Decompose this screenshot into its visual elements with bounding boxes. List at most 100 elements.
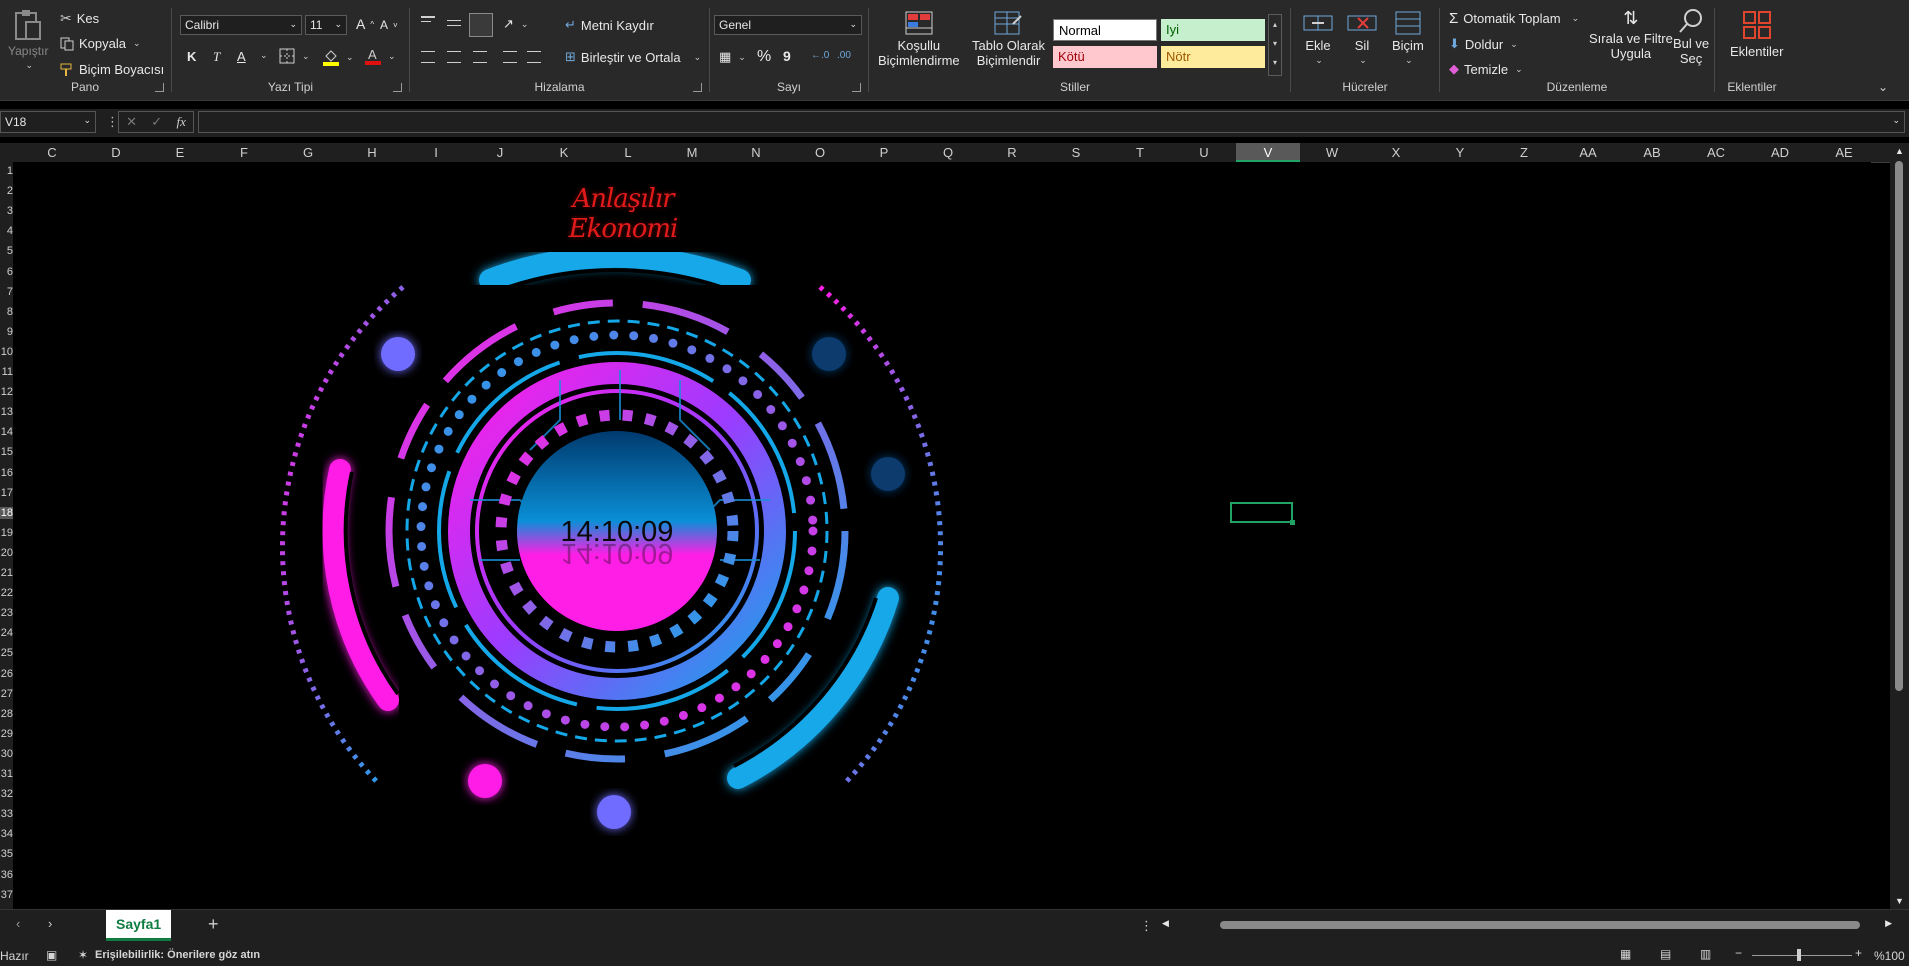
zoom-slider-thumb[interactable] bbox=[1797, 949, 1801, 961]
column-header-aa[interactable]: AA bbox=[1556, 145, 1620, 160]
name-box[interactable]: V18 ⌄ bbox=[0, 111, 96, 133]
row-header-19[interactable]: 19 bbox=[0, 527, 13, 539]
zoom-in-icon[interactable]: + bbox=[1855, 946, 1862, 960]
row-header-30[interactable]: 30 bbox=[0, 748, 13, 760]
row-header-23[interactable]: 23 bbox=[0, 607, 13, 619]
row-header-3[interactable]: 3 bbox=[0, 205, 13, 217]
style-good[interactable]: Iyi bbox=[1161, 19, 1265, 41]
grow-font-button[interactable]: A ^ bbox=[356, 16, 374, 32]
row-header-12[interactable]: 12 bbox=[0, 386, 13, 398]
scroll-right-icon[interactable]: ▶ bbox=[1885, 918, 1892, 929]
enter-icon[interactable]: ✓ bbox=[151, 114, 162, 130]
column-header-m[interactable]: M bbox=[660, 145, 724, 160]
bold-button[interactable]: K bbox=[187, 49, 196, 64]
select-all-corner[interactable] bbox=[0, 143, 13, 162]
row-header-11[interactable]: 11 bbox=[0, 366, 13, 378]
column-header-i[interactable]: I bbox=[404, 145, 468, 160]
prev-sheet-icon[interactable]: ‹ bbox=[16, 916, 20, 931]
middle-align-icon[interactable] bbox=[447, 20, 461, 26]
row-header-35[interactable]: 35 bbox=[0, 848, 13, 860]
row-header-1[interactable]: 1 bbox=[0, 165, 13, 177]
orientation-button[interactable]: ↗ ⌄ bbox=[503, 16, 528, 32]
font-size-select[interactable]: 11 ⌄ bbox=[305, 15, 347, 35]
chevron-down-icon[interactable]: ⌄ bbox=[260, 50, 268, 61]
shrink-font-button[interactable]: A ˅ bbox=[380, 18, 398, 32]
column-header-ae[interactable]: AE bbox=[1812, 145, 1876, 160]
comma-button[interactable]: 9 bbox=[783, 48, 791, 64]
row-header-22[interactable]: 22 bbox=[0, 587, 13, 599]
delete-cells-button[interactable]: Sil ⌄ bbox=[1346, 10, 1378, 66]
column-header-q[interactable]: Q bbox=[916, 145, 980, 160]
row-header-26[interactable]: 26 bbox=[0, 668, 13, 680]
column-header-w[interactable]: W bbox=[1300, 145, 1364, 160]
collapse-ribbon-icon[interactable]: ⌄ bbox=[1878, 80, 1888, 94]
column-header-n[interactable]: N bbox=[724, 145, 788, 160]
cut-button[interactable]: ✂ Kes bbox=[60, 10, 99, 27]
column-header-v[interactable]: V bbox=[1236, 143, 1300, 162]
row-header-7[interactable]: 7 bbox=[0, 286, 13, 298]
style-neutral[interactable]: Nötr bbox=[1161, 46, 1265, 68]
column-header-d[interactable]: D bbox=[84, 145, 148, 160]
add-sheet-button[interactable]: + bbox=[208, 914, 219, 935]
zoom-out-icon[interactable]: − bbox=[1735, 946, 1742, 960]
column-header-y[interactable]: Y bbox=[1428, 145, 1492, 160]
more-options-icon[interactable]: ⋮ bbox=[1140, 918, 1153, 934]
horizontal-scroll-thumb[interactable] bbox=[1220, 921, 1860, 929]
horizontal-scrollbar[interactable]: ◀ ▶ bbox=[1162, 918, 1892, 932]
row-header-33[interactable]: 33 bbox=[0, 808, 13, 820]
row-header-32[interactable]: 32 bbox=[0, 788, 13, 800]
dialog-launcher-icon[interactable] bbox=[155, 83, 164, 92]
column-header-ab[interactable]: AB bbox=[1620, 145, 1684, 160]
clear-button[interactable]: ◆ Temizle ⌄ bbox=[1449, 61, 1523, 77]
column-header-c[interactable]: C bbox=[20, 145, 84, 160]
italic-button[interactable]: T bbox=[213, 49, 220, 65]
column-header-p[interactable]: P bbox=[852, 145, 916, 160]
fill-color-button[interactable]: ⌄ bbox=[323, 48, 354, 66]
underline-button[interactable]: A bbox=[237, 49, 246, 64]
column-header-s[interactable]: S bbox=[1044, 145, 1108, 160]
next-sheet-icon[interactable]: › bbox=[48, 916, 52, 931]
sheet-tab-sayfa1[interactable]: Sayfa1 bbox=[106, 910, 172, 941]
percent-button[interactable]: % bbox=[757, 48, 771, 66]
row-header-37[interactable]: 37 bbox=[0, 889, 13, 901]
row-header-10[interactable]: 10 bbox=[0, 346, 13, 358]
column-header-u[interactable]: U bbox=[1172, 145, 1236, 160]
font-color-button[interactable]: A ⌄ bbox=[365, 47, 396, 65]
selected-cell-v18[interactable] bbox=[1230, 502, 1295, 525]
format-painter-button[interactable]: Biçim Boyacısı bbox=[60, 62, 164, 77]
row-header-15[interactable]: 15 bbox=[0, 446, 13, 458]
column-header-ad[interactable]: AD bbox=[1748, 145, 1812, 160]
bottom-align-icon[interactable] bbox=[469, 13, 493, 37]
font-family-select[interactable]: Calibri ⌄ bbox=[180, 15, 302, 35]
increase-indent-icon[interactable] bbox=[527, 51, 541, 63]
fill-button[interactable]: ⬇ Doldur ⌄ bbox=[1449, 36, 1518, 52]
expand-formula-icon[interactable]: ⌄ bbox=[1892, 115, 1900, 126]
increase-decimal-button[interactable]: ←.0 bbox=[811, 50, 829, 61]
format-as-table-button[interactable]: Tablo Olarak Biçimlendir bbox=[972, 10, 1045, 68]
scroll-down-icon[interactable]: ▼ bbox=[1895, 896, 1904, 906]
column-header-x[interactable]: X bbox=[1364, 145, 1428, 160]
conditional-formatting-button[interactable]: Koşullu Biçimlendirme bbox=[878, 10, 960, 68]
cancel-icon[interactable]: ✕ bbox=[126, 114, 137, 130]
macro-record-icon[interactable]: ▣ bbox=[46, 948, 57, 962]
style-normal[interactable]: Normal bbox=[1053, 19, 1157, 41]
scroll-left-icon[interactable]: ◀ bbox=[1162, 918, 1169, 929]
row-header-14[interactable]: 14 bbox=[0, 426, 13, 438]
row-header-34[interactable]: 34 bbox=[0, 828, 13, 840]
row-header-29[interactable]: 29 bbox=[0, 728, 13, 740]
row-header-20[interactable]: 20 bbox=[0, 547, 13, 559]
style-bad[interactable]: Kötü bbox=[1053, 46, 1157, 68]
fx-icon[interactable]: fx bbox=[176, 114, 185, 130]
addins-button[interactable]: Eklentiler bbox=[1730, 10, 1783, 59]
column-header-j[interactable]: J bbox=[468, 145, 532, 160]
column-header-g[interactable]: G bbox=[276, 145, 340, 160]
row-header-4[interactable]: 4 bbox=[0, 225, 13, 237]
row-header-16[interactable]: 16 bbox=[0, 467, 13, 479]
dialog-launcher-icon[interactable] bbox=[852, 83, 861, 92]
column-header-h[interactable]: H bbox=[340, 145, 404, 160]
sort-filter-button[interactable]: ⇅ Sırala ve Filtre Uygula bbox=[1589, 8, 1673, 61]
autosum-button[interactable]: Σ Otomatik Toplam ⌄ bbox=[1449, 10, 1579, 27]
page-break-view-icon[interactable]: ▥ bbox=[1700, 947, 1711, 961]
row-header-6[interactable]: 6 bbox=[0, 266, 13, 278]
number-format-select[interactable]: Genel ⌄ bbox=[714, 15, 862, 35]
